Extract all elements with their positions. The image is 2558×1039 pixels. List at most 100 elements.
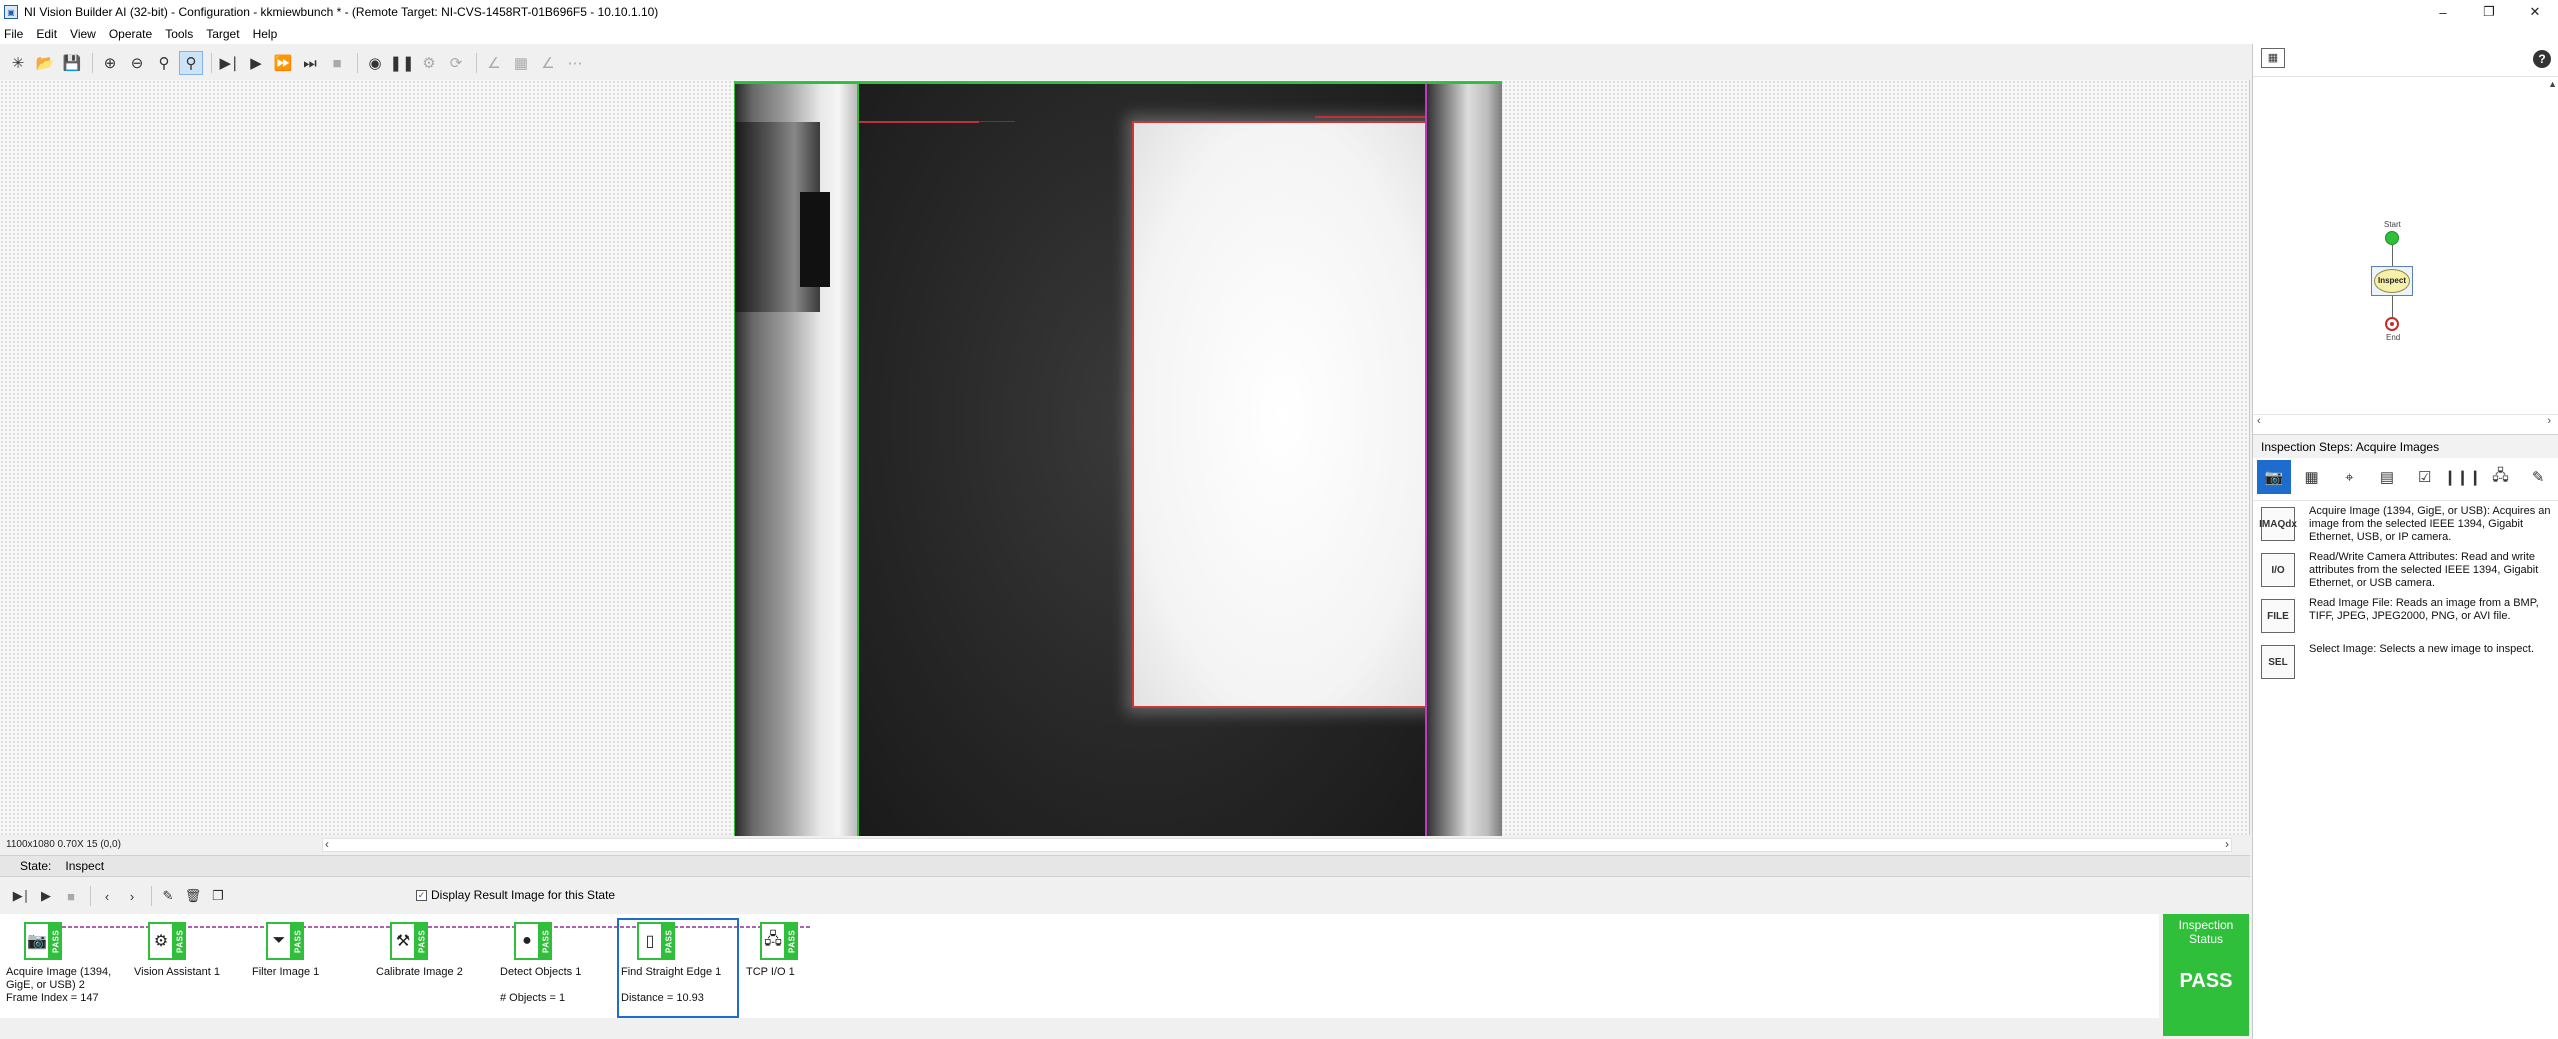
check-icon[interactable]: ☑ [2408, 460, 2442, 494]
minimize-button[interactable]: – [2420, 0, 2466, 24]
breakpoint-icon[interactable]: ◉ [363, 51, 387, 75]
close-button[interactable]: ✕ [2512, 0, 2558, 24]
scroll-right-icon[interactable]: › [2547, 415, 2551, 427]
step-icon[interactable]: ⏭ [298, 51, 322, 75]
step-find-straight-edge[interactable]: ▯ PASS Find Straight Edge 1 Distance = 10… [617, 918, 739, 1018]
detected-object-roi [1132, 121, 1432, 708]
open-icon[interactable]: 📂 [33, 51, 57, 75]
step-vision-assistant[interactable]: ⚙ PASS Vision Assistant 1 [128, 918, 250, 1018]
calibration-green-line [857, 82, 859, 836]
run-once-icon[interactable]: ▶∣ [217, 51, 241, 75]
stop-icon[interactable]: ■ [325, 51, 349, 75]
step-status-box: ▯ PASS [637, 922, 675, 960]
step-name: Detect Objects 1 [500, 966, 582, 978]
end-node[interactable] [2385, 317, 2399, 331]
locate-icon[interactable]: ⌖ [2332, 460, 2366, 494]
state-diagram[interactable]: Start Inspect End ▲ ▼ [2253, 76, 2558, 456]
step-filter-image[interactable]: ⏷ PASS Filter Image 1 [246, 918, 368, 1018]
zoom-fit-icon[interactable]: ⚲ [152, 51, 176, 75]
toolbar-divider [92, 53, 93, 73]
reset-icon[interactable]: ⟳ [444, 51, 468, 75]
communicate-icon[interactable]: 🖧 [2484, 460, 2518, 494]
copy-step-icon[interactable]: ❐ [207, 884, 229, 908]
diagram-connector [2392, 296, 2393, 317]
zoom-tool-icon[interactable]: ⚲ [179, 51, 203, 75]
select-image-icon: SEL [2261, 645, 2295, 679]
acquire-icon[interactable]: 📷 [2257, 460, 2291, 494]
toolbar-divider [90, 886, 91, 906]
palette-item-acquire-image[interactable]: IMAQdx Acquire Image (1394, GigE, or USB… [2253, 501, 2558, 547]
inspection-status-title: Inspection Status [2178, 918, 2234, 946]
overlay3-icon[interactable]: ∠ [536, 51, 560, 75]
palette-item-description: Acquire Image (1394, GigE, or USB): Acqu… [2309, 505, 2551, 543]
run-continuous-icon[interactable]: ⏩ [271, 51, 295, 75]
identify-icon[interactable]: ❙❙❙ [2444, 460, 2482, 494]
step-tcp-io[interactable]: 🖧 PASS TCP I/O 1 [740, 918, 862, 1018]
scroll-left-icon[interactable]: ‹ [325, 837, 329, 851]
menu-operate[interactable]: Operate [109, 27, 152, 41]
step-name: Vision Assistant 1 [134, 966, 221, 978]
measure-icon[interactable]: ▤ [2370, 460, 2404, 494]
menu-help[interactable]: Help [253, 27, 278, 41]
detect-objects-icon: ● [516, 924, 538, 958]
display-result-option[interactable]: ✓ Display Result Image for this State [416, 888, 615, 902]
state-diagram-icon[interactable]: ▦ [2261, 48, 2285, 68]
enhance-icon[interactable]: ▦ [2295, 460, 2329, 494]
scroll-left-icon[interactable]: ‹ [2257, 415, 2261, 427]
calibration-icon[interactable]: ⚙ [417, 51, 441, 75]
custom-icon[interactable]: ✎ [2521, 460, 2555, 494]
palette-item-select-image[interactable]: SEL Select Image: Selects a new image to… [2253, 639, 2558, 685]
menu-target[interactable]: Target [206, 27, 239, 41]
inspection-status-panel: Inspection Status PASS [2163, 914, 2249, 1036]
overlay4-icon[interactable]: ⋯ [563, 51, 587, 75]
menu-tools[interactable]: Tools [165, 27, 193, 41]
delete-step-icon[interactable]: 🗑 [182, 884, 204, 908]
diagram-connector [2392, 245, 2393, 266]
display-result-checkbox[interactable]: ✓ [416, 889, 427, 901]
menu-bar: File Edit View Operate Tools Target Help [0, 24, 2558, 44]
stop-step-icon[interactable]: ■ [60, 884, 82, 908]
step-acquire-image[interactable]: 📷 PASS Acquire Image (1394, GigE, or USB)… [4, 918, 126, 1018]
menu-file[interactable]: File [4, 27, 23, 41]
palette-item-description: Select Image: Selects a new image to ins… [2309, 643, 2535, 655]
state-value[interactable]: Inspect [65, 859, 104, 873]
scroll-right-icon[interactable]: › [2225, 837, 2229, 851]
step-detect-objects[interactable]: ● PASS Detect Objects 1 # Objects = 1 [494, 918, 616, 1018]
step-result: # Objects = 1 [500, 992, 566, 1004]
edge-roi-line [979, 121, 1015, 122]
previous-step-icon[interactable]: ‹ [96, 884, 118, 908]
new-icon[interactable]: ✳ [6, 51, 30, 75]
run-icon[interactable]: ▶ [244, 51, 268, 75]
toolbar-divider [211, 53, 212, 73]
run-step-icon[interactable]: ▶∣ [10, 884, 32, 908]
next-step-icon[interactable]: › [121, 884, 143, 908]
overlay2-icon[interactable]: ▦ [509, 51, 533, 75]
run-state-icon[interactable]: ▶ [35, 884, 57, 908]
help-icon[interactable]: ? [2533, 50, 2551, 68]
edit-step-icon[interactable]: ✎ [157, 884, 179, 908]
palette-item-read-image-file[interactable]: FILE Read Image File: Reads an image fro… [2253, 593, 2558, 639]
inspect-state-node[interactable]: Inspect [2371, 266, 2413, 296]
calibrate-icon: ⚒ [392, 924, 414, 958]
pause-icon[interactable]: ❚❚ [389, 51, 414, 75]
diagram-horizontal-scrollbar[interactable]: ‹ › [2253, 414, 2558, 428]
step-status-box: ⏷ PASS [266, 922, 304, 960]
camera-image[interactable] [734, 81, 1502, 836]
menu-edit[interactable]: Edit [36, 27, 57, 41]
palette-item-camera-attributes[interactable]: I/O Read/Write Camera Attributes: Read a… [2253, 547, 2558, 593]
zoom-out-icon[interactable]: ⊖ [125, 51, 149, 75]
zoom-in-icon[interactable]: ⊕ [98, 51, 122, 75]
right-panel-header: ▦ ? [2253, 44, 2558, 68]
restore-button[interactable]: ❐ [2466, 0, 2512, 24]
save-icon[interactable]: 💾 [60, 51, 84, 75]
menu-view[interactable]: View [70, 27, 96, 41]
image-horizontal-scrollbar[interactable]: ‹ › [322, 837, 2232, 852]
start-node[interactable] [2385, 231, 2399, 245]
main-toolbar: ✳ 📂 💾 ⊕ ⊖ ⚲ ⚲ ▶∣ ▶ ⏩ ⏭ ■ ◉ ❚❚ ⚙ ⟳ ∠ ▦ ∠ … [0, 50, 2250, 76]
scroll-up-icon[interactable]: ▲ [2548, 79, 2557, 89]
step-calibrate-image[interactable]: ⚒ PASS Calibrate Image 2 [370, 918, 492, 1018]
step-pass-tag: PASS [293, 929, 303, 953]
app-icon: ▣ [4, 5, 18, 19]
overlay1-icon[interactable]: ∠ [482, 51, 506, 75]
state-bar: State: Inspect [0, 855, 2250, 877]
